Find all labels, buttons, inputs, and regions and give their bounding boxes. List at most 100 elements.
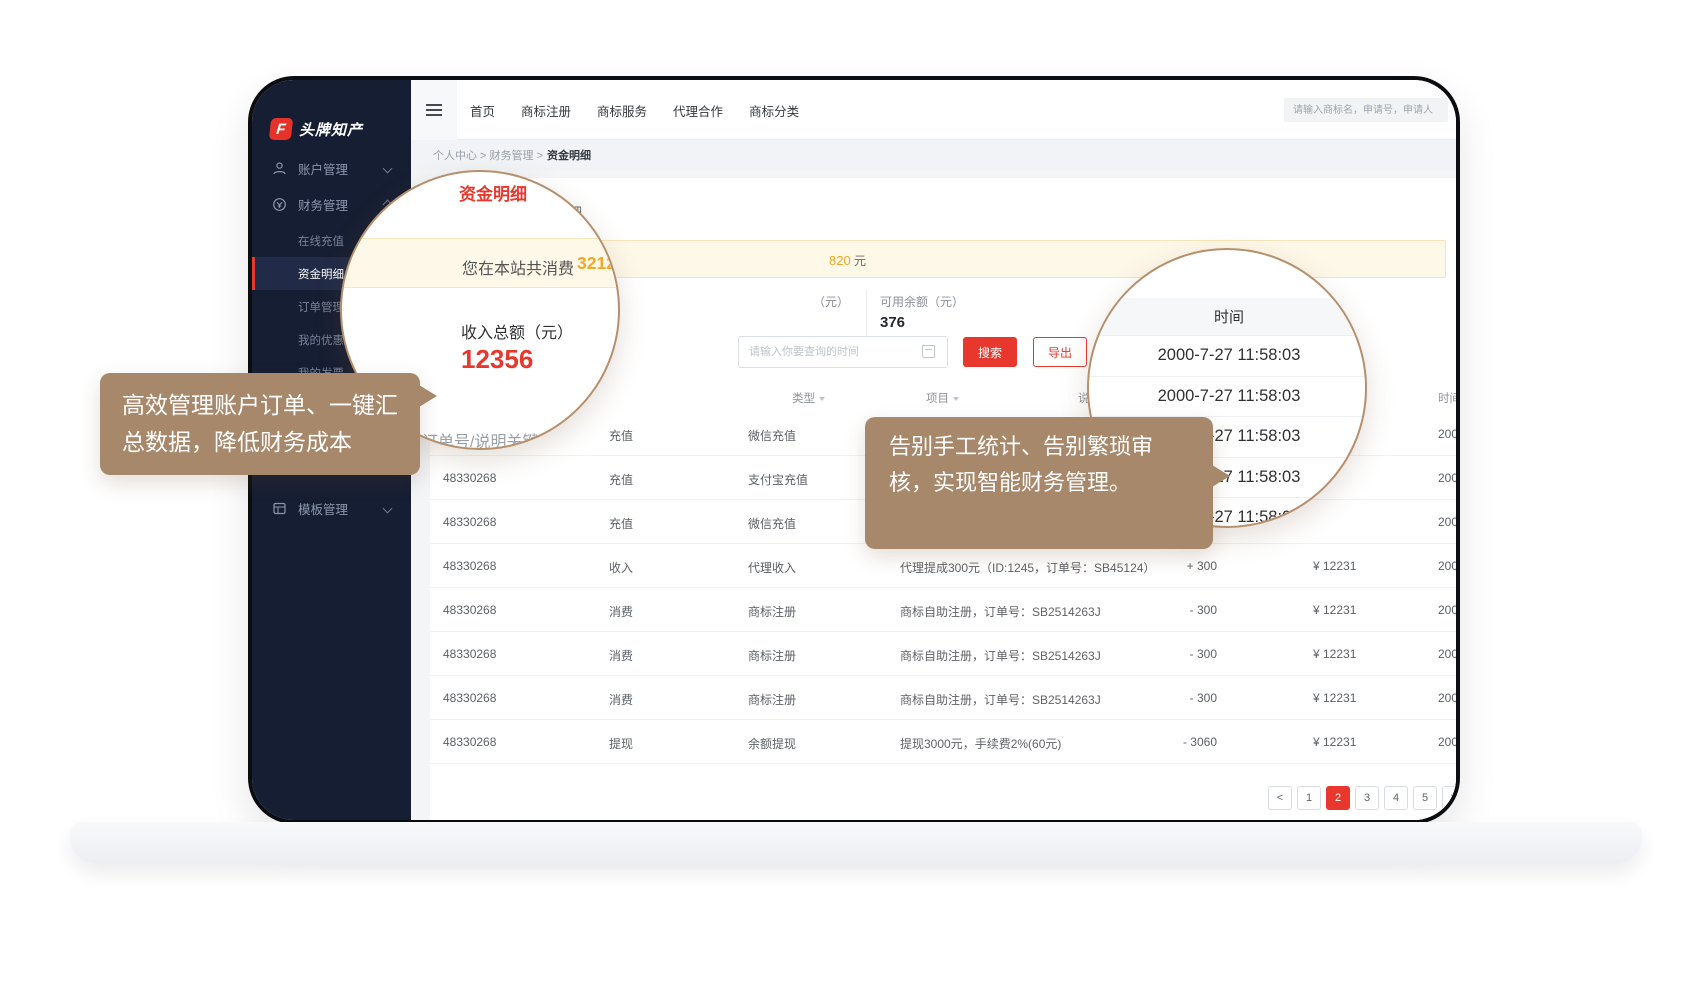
cell-order: 48330268	[443, 471, 496, 485]
breadcrumb-trail[interactable]: 个人中心 > 财务管理 >	[433, 147, 543, 163]
cell-balance: ¥ 12231	[1313, 603, 1356, 617]
stat-balance-label: 可用余额（元）	[880, 293, 964, 310]
nav-item[interactable]: 商标注册	[521, 101, 571, 120]
laptop-base	[70, 822, 1642, 864]
cell-desc: 商标自助注册，订单号：SB2514263J	[900, 603, 1101, 620]
magnified-time-row: 2000-7-27 11:58:03	[1089, 377, 1367, 418]
cell-desc: 商标自助注册，订单号：SB2514263J	[900, 647, 1101, 664]
page-button-5[interactable]: 5	[1413, 786, 1437, 810]
callout-left: 高效管理账户订单、一键汇总数据，降低财务成本	[100, 373, 420, 475]
table-row: 48330268 消费 商标注册 商标自助注册，订单号：SB2514263J -…	[430, 676, 1456, 720]
prev-page-button[interactable]: <	[1268, 786, 1292, 810]
sidebar-item-account[interactable]: 账户管理	[252, 151, 411, 185]
cell-type: 消费	[609, 603, 633, 620]
nav-item[interactable]: 商标服务	[597, 101, 647, 120]
cell-amount: + 300	[1147, 559, 1217, 573]
cell-time: 2000-7-27 11:58:03	[1438, 427, 1456, 441]
cell-project: 微信充值	[748, 515, 796, 532]
magnified-time-row: 2000-7-27 11:58:03	[1089, 336, 1367, 377]
cell-time: 2000-7-27 11:58:03	[1438, 603, 1456, 617]
cell-order: 48330268	[443, 559, 496, 573]
cell-balance: ¥ 12231	[1313, 647, 1356, 661]
sidebar-item-label: 账户管理	[298, 159, 384, 178]
banner-amount-fragment: 820 元	[829, 252, 866, 269]
page-button-4[interactable]: 4	[1384, 786, 1408, 810]
sidebar-item-label: 模板管理	[298, 499, 384, 518]
logo-icon: F	[269, 118, 293, 140]
cell-order: 48330268	[443, 691, 496, 705]
page-button-3[interactable]: 3	[1355, 786, 1379, 810]
logo: F 头牌知产	[270, 116, 400, 142]
cell-project: 商标注册	[748, 603, 796, 620]
cell-project: 商标注册	[748, 647, 796, 664]
page-button-1[interactable]: 1	[1297, 786, 1321, 810]
cell-amount: - 300	[1147, 647, 1217, 661]
nav-item[interactable]: 首页	[470, 101, 495, 120]
cell-time: 2000-7-27 11:58:03	[1438, 691, 1456, 705]
user-icon	[272, 161, 287, 176]
cell-balance: ¥ 12231	[1313, 559, 1356, 573]
cell-type: 充值	[609, 427, 633, 444]
cell-order: 48330268	[443, 647, 496, 661]
sidebar-item-template[interactable]: 模板管理	[252, 491, 411, 525]
sidebar-submenu-label: 订单管理	[298, 299, 344, 315]
caret-down-icon	[953, 397, 959, 401]
page-button-2[interactable]: 2	[1326, 786, 1350, 810]
col-time-header: 时间	[1438, 390, 1456, 406]
caret-down-icon	[819, 397, 825, 401]
table-row: 48330268 提现 余额提现 提现3000元，手续费2%(60元) - 30…	[430, 720, 1456, 764]
finance-icon	[272, 197, 287, 212]
cell-amount: - 3060	[1147, 735, 1217, 749]
cell-balance: ¥ 12231	[1313, 691, 1356, 705]
magnified-banner: 您在本站共消费 32124 元	[342, 238, 620, 288]
export-button[interactable]: 导出	[1033, 337, 1087, 367]
breadcrumb: 个人中心 > 财务管理 > 资金明细	[411, 140, 1456, 170]
cell-time: 2000-7-27 11:58:03	[1438, 735, 1456, 749]
trademark-search-input[interactable]	[1284, 98, 1448, 122]
cell-time: 2000-7-27 11:58:03	[1438, 647, 1456, 661]
search-button[interactable]: 搜索	[963, 337, 1017, 367]
cell-time: 2000-7-27 11:58:03	[1438, 471, 1456, 485]
magnified-banner-amount: 32124	[577, 253, 620, 274]
laptop-screen: F 头牌知产 账户管理 财务管理 在线充值资金明细订单管理我的优惠券我的发票 模…	[252, 80, 1456, 820]
cell-type: 收入	[609, 559, 633, 576]
magnified-income-value: 12356	[461, 344, 533, 375]
cell-order: 48330268	[443, 735, 496, 749]
chevron-down-icon	[383, 163, 393, 173]
hamburger-icon	[426, 109, 442, 111]
date-query-input[interactable]	[738, 336, 948, 368]
next-page-button[interactable]: >	[1442, 786, 1456, 810]
top-navbar: 首页 商标注册 商标服务 代理合作 商标分类	[411, 80, 1456, 140]
magnified-banner-prefix: 您在本站共消费	[462, 255, 574, 279]
calendar-icon[interactable]	[922, 345, 935, 358]
cell-project: 支付宝充值	[748, 471, 808, 488]
col-type-header[interactable]: 类型	[792, 390, 825, 406]
stat-middle-label-fragment: （元）	[813, 293, 849, 310]
hamburger-button[interactable]	[411, 80, 457, 140]
template-icon	[272, 501, 287, 516]
table-row: 48330268 消费 商标注册 商标自助注册，订单号：SB2514263J -…	[430, 632, 1456, 676]
cell-type: 消费	[609, 691, 633, 708]
logo-text: 头牌知产	[299, 119, 363, 140]
cell-type: 充值	[609, 515, 633, 532]
sidebar-submenu-label: 在线充值	[298, 233, 344, 249]
cell-order: 48330268	[443, 515, 496, 529]
nav-menu: 首页 商标注册 商标服务 代理合作 商标分类	[470, 80, 799, 140]
cell-desc: 代理提成300元（ID:1245，订单号：SB45124）	[900, 559, 1155, 576]
cell-order: 48330268	[443, 603, 496, 617]
cell-type: 提现	[609, 735, 633, 752]
cell-balance: ¥ 12231	[1313, 735, 1356, 749]
cell-desc: 提现3000元，手续费2%(60元)	[900, 735, 1061, 752]
magnified-column-header-fragment: 订单号/说明关键词	[422, 428, 554, 450]
nav-item[interactable]: 商标分类	[749, 101, 799, 120]
nav-item[interactable]: 代理合作	[673, 101, 723, 120]
cell-type: 消费	[609, 647, 633, 664]
chevron-down-icon	[383, 503, 393, 513]
cell-time: 2000-7-27 11:58:03	[1438, 515, 1456, 529]
col-project-header[interactable]: 项目	[926, 390, 959, 406]
cell-type: 充值	[609, 471, 633, 488]
stat-divider	[866, 290, 867, 336]
table-row: 48330268 收入 代理收入 代理提成300元（ID:1245，订单号：SB…	[430, 544, 1456, 588]
magnified-income-label: 收入总额（元）	[461, 319, 573, 343]
cell-amount: - 300	[1147, 603, 1217, 617]
